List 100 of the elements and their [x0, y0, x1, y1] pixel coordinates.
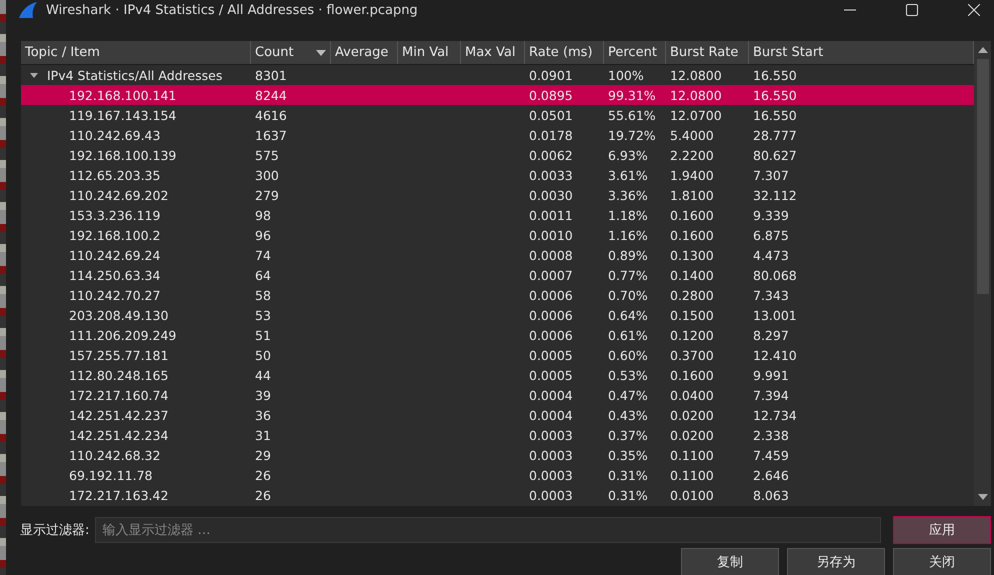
table-cell: 110.242.70.27 [69, 288, 160, 302]
table-cell: 96 [255, 228, 271, 242]
close-icon[interactable] [968, 4, 980, 16]
table-row[interactable]: 142.251.42.237 36 0.0004 0.43% 0.0200 12.734 [21, 405, 974, 425]
dialog-button[interactable]: 关闭 [893, 548, 991, 575]
table-cell: 12.410 [753, 348, 797, 362]
table-cell: 0.0004 [529, 408, 573, 422]
table-cell: 1.18% [608, 208, 648, 222]
table-row[interactable]: 112.80.248.165 44 0.0005 0.53% 0.1600 9.991 [21, 365, 974, 385]
table-cell: 0.43% [608, 408, 648, 422]
table-cell: 0.0003 [529, 428, 573, 442]
table-cell: 100% [608, 68, 644, 82]
column-header[interactable]: Rate (ms) [525, 41, 604, 64]
table-row[interactable]: 119.167.143.154 4616 0.0501 55.61% 12.0700 16.550 [21, 105, 974, 125]
table-row[interactable]: 192.168.100.139 575 0.0062 6.93% 2.2200 80.627 [21, 145, 974, 165]
table-cell: 64 [255, 268, 271, 282]
column-header[interactable]: Topic / Item [21, 41, 251, 64]
table-cell: 0.0006 [529, 308, 573, 322]
scroll-up-icon[interactable] [978, 47, 988, 53]
table-cell: 0.0200 [670, 428, 714, 442]
table-cell: 0.0003 [529, 468, 573, 482]
column-header[interactable]: Average [331, 41, 398, 64]
table-cell: 9.339 [753, 208, 789, 222]
column-header[interactable]: Count [251, 41, 331, 64]
table-row[interactable]: 142.251.42.234 31 0.0003 0.37% 0.0200 2.338 [21, 425, 974, 445]
table-row[interactable]: 172.217.160.74 39 0.0004 0.47% 0.0400 7.394 [21, 385, 974, 405]
table-cell: 0.0005 [529, 348, 573, 362]
scroll-down-icon[interactable] [978, 494, 988, 500]
table-cell: 16.550 [753, 88, 797, 102]
table-cell: 0.53% [608, 368, 648, 382]
apply-button[interactable]: 应用 [893, 516, 991, 544]
table-cell: 0.0400 [670, 388, 714, 402]
table-cell: 1637 [255, 128, 287, 142]
table-row[interactable]: 111.206.209.249 51 0.0006 0.61% 0.1200 8.297 [21, 325, 974, 345]
table-cell: 0.0003 [529, 448, 573, 462]
table-cell: 119.167.143.154 [69, 108, 176, 122]
table-cell: 8244 [255, 88, 287, 102]
table-cell: 157.255.77.181 [69, 348, 168, 362]
table-row[interactable]: 192.168.100.141 8244 0.0895 99.31% 12.0800 16.550 [21, 85, 974, 105]
dialog-button[interactable]: 另存为 [787, 548, 885, 575]
table-cell: 0.70% [608, 288, 648, 302]
table-cell: 0.0178 [529, 128, 573, 142]
table-cell: 0.0901 [529, 68, 573, 82]
table-cell: 7.394 [753, 388, 789, 402]
table-row[interactable]: 110.242.69.202 279 0.0030 3.36% 1.8100 32.112 [21, 185, 974, 205]
column-header[interactable]: Percent [604, 41, 666, 64]
table-cell: 0.1100 [670, 468, 714, 482]
table-cell: 0.0006 [529, 288, 573, 302]
column-header[interactable]: Max Val [461, 41, 525, 64]
table-cell: 575 [255, 148, 279, 162]
table-cell: 0.0895 [529, 88, 573, 102]
table-cell: 0.0005 [529, 368, 573, 382]
table-row[interactable]: 192.168.100.2 96 0.0010 1.16% 0.1600 6.875 [21, 225, 974, 245]
table-cell: 12.0800 [670, 68, 722, 82]
table-row[interactable]: 203.208.49.130 53 0.0006 0.64% 0.1500 13.001 [21, 305, 974, 325]
table-cell: IPv4 Statistics/All Addresses [47, 68, 222, 82]
table-row[interactable]: IPv4 Statistics/All Addresses 8301 0.0901 100% 12.0800 16.550 [21, 65, 974, 85]
table-cell: 32.112 [753, 188, 797, 202]
table-cell: 16.550 [753, 68, 797, 82]
table-cell: 51 [255, 328, 271, 342]
table-cell: 2.338 [753, 428, 789, 442]
table-row[interactable]: 110.242.69.24 74 0.0008 0.89% 0.1300 4.473 [21, 245, 974, 265]
table-cell: 80.068 [753, 268, 797, 282]
table-cell: 0.89% [608, 248, 648, 262]
table-row[interactable]: 112.65.203.35 300 0.0033 3.61% 1.9400 7.307 [21, 165, 974, 185]
column-header[interactable]: Burst Rate [666, 41, 749, 64]
table-row[interactable]: 69.192.11.78 26 0.0003 0.31% 0.1100 2.646 [21, 465, 974, 485]
table-cell: 192.168.100.141 [69, 88, 176, 102]
table-cell: 7.307 [753, 168, 789, 182]
table-row[interactable]: 110.242.68.32 29 0.0003 0.35% 0.1100 7.459 [21, 445, 974, 465]
table-cell: 203.208.49.130 [69, 308, 168, 322]
table-cell: 0.0501 [529, 108, 573, 122]
table-cell: 55.61% [608, 108, 656, 122]
table-cell: 36 [255, 408, 271, 422]
maximize-icon[interactable] [906, 4, 918, 16]
table-cell: 0.0006 [529, 328, 573, 342]
table-row[interactable]: 110.242.69.43 1637 0.0178 19.72% 5.4000 28.777 [21, 125, 974, 145]
column-header[interactable]: Min Val [398, 41, 461, 64]
scrollbar[interactable] [974, 41, 991, 506]
table-cell: 110.242.69.24 [69, 248, 160, 262]
table-cell: 0.0003 [529, 488, 573, 502]
expander-icon[interactable] [29, 70, 39, 80]
table-row[interactable]: 172.217.163.42 26 0.0003 0.31% 0.0100 8.063 [21, 485, 974, 505]
table-cell: 0.0007 [529, 268, 573, 282]
sort-descending-icon [316, 50, 326, 56]
filter-field[interactable]: 输入显示过滤器 … [95, 517, 881, 543]
table-row[interactable]: 157.255.77.181 50 0.0005 0.60% 0.3700 12.410 [21, 345, 974, 365]
table-cell: 0.1400 [670, 268, 714, 282]
table-cell: 3.61% [608, 168, 648, 182]
dialog-button[interactable]: 复制 [681, 548, 779, 575]
table-cell: 0.0011 [529, 208, 573, 222]
table-cell: 7.459 [753, 448, 789, 462]
table-row[interactable]: 114.250.63.34 64 0.0007 0.77% 0.1400 80.068 [21, 265, 974, 285]
table-cell: 110.242.69.202 [69, 188, 168, 202]
table-cell: 112.80.248.165 [69, 368, 168, 382]
table-row[interactable]: 110.242.70.27 58 0.0006 0.70% 0.2800 7.343 [21, 285, 974, 305]
table-cell: 192.168.100.139 [69, 148, 176, 162]
table-cell: 6.875 [753, 228, 789, 242]
table-row[interactable]: 153.3.236.119 98 0.0011 1.18% 0.1600 9.339 [21, 205, 974, 225]
table-cell: 0.1100 [670, 448, 714, 462]
